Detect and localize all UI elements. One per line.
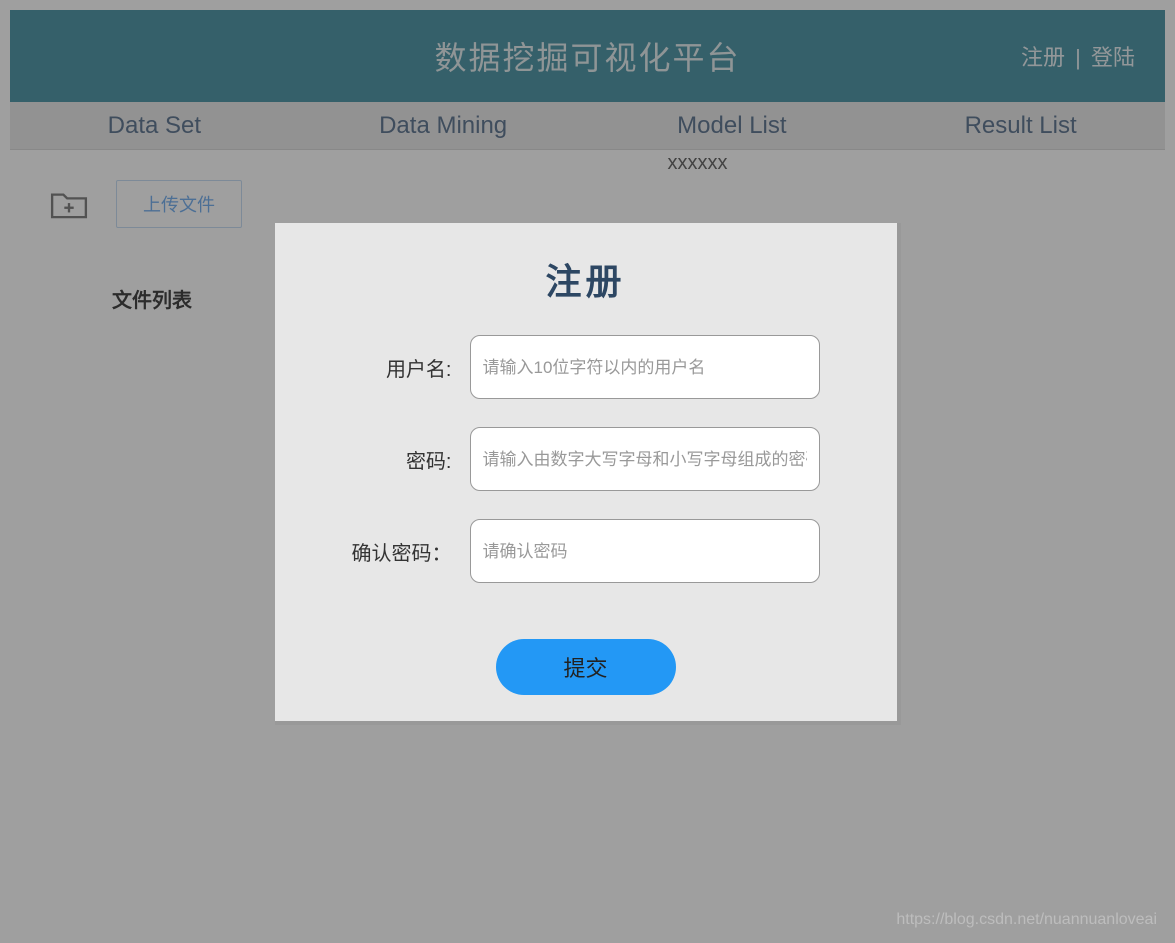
- form-row-password: 密码:: [335, 427, 837, 491]
- submit-button[interactable]: 提交: [496, 639, 676, 695]
- watermark-text: https://blog.csdn.net/nuannuanloveai: [896, 911, 1157, 929]
- password-input[interactable]: [470, 427, 820, 491]
- form-row-username: 用户名:: [335, 335, 837, 399]
- username-input[interactable]: [470, 335, 820, 399]
- username-label: 用户名:: [352, 353, 452, 382]
- form-row-confirm: 确认密码：: [335, 519, 837, 583]
- register-modal: 注册 用户名: 密码: 确认密码： 提交: [275, 223, 901, 725]
- password-label: 密码:: [352, 445, 452, 474]
- confirm-password-label: 确认密码：: [352, 537, 452, 566]
- modal-title: 注册: [335, 253, 837, 305]
- confirm-password-input[interactable]: [470, 519, 820, 583]
